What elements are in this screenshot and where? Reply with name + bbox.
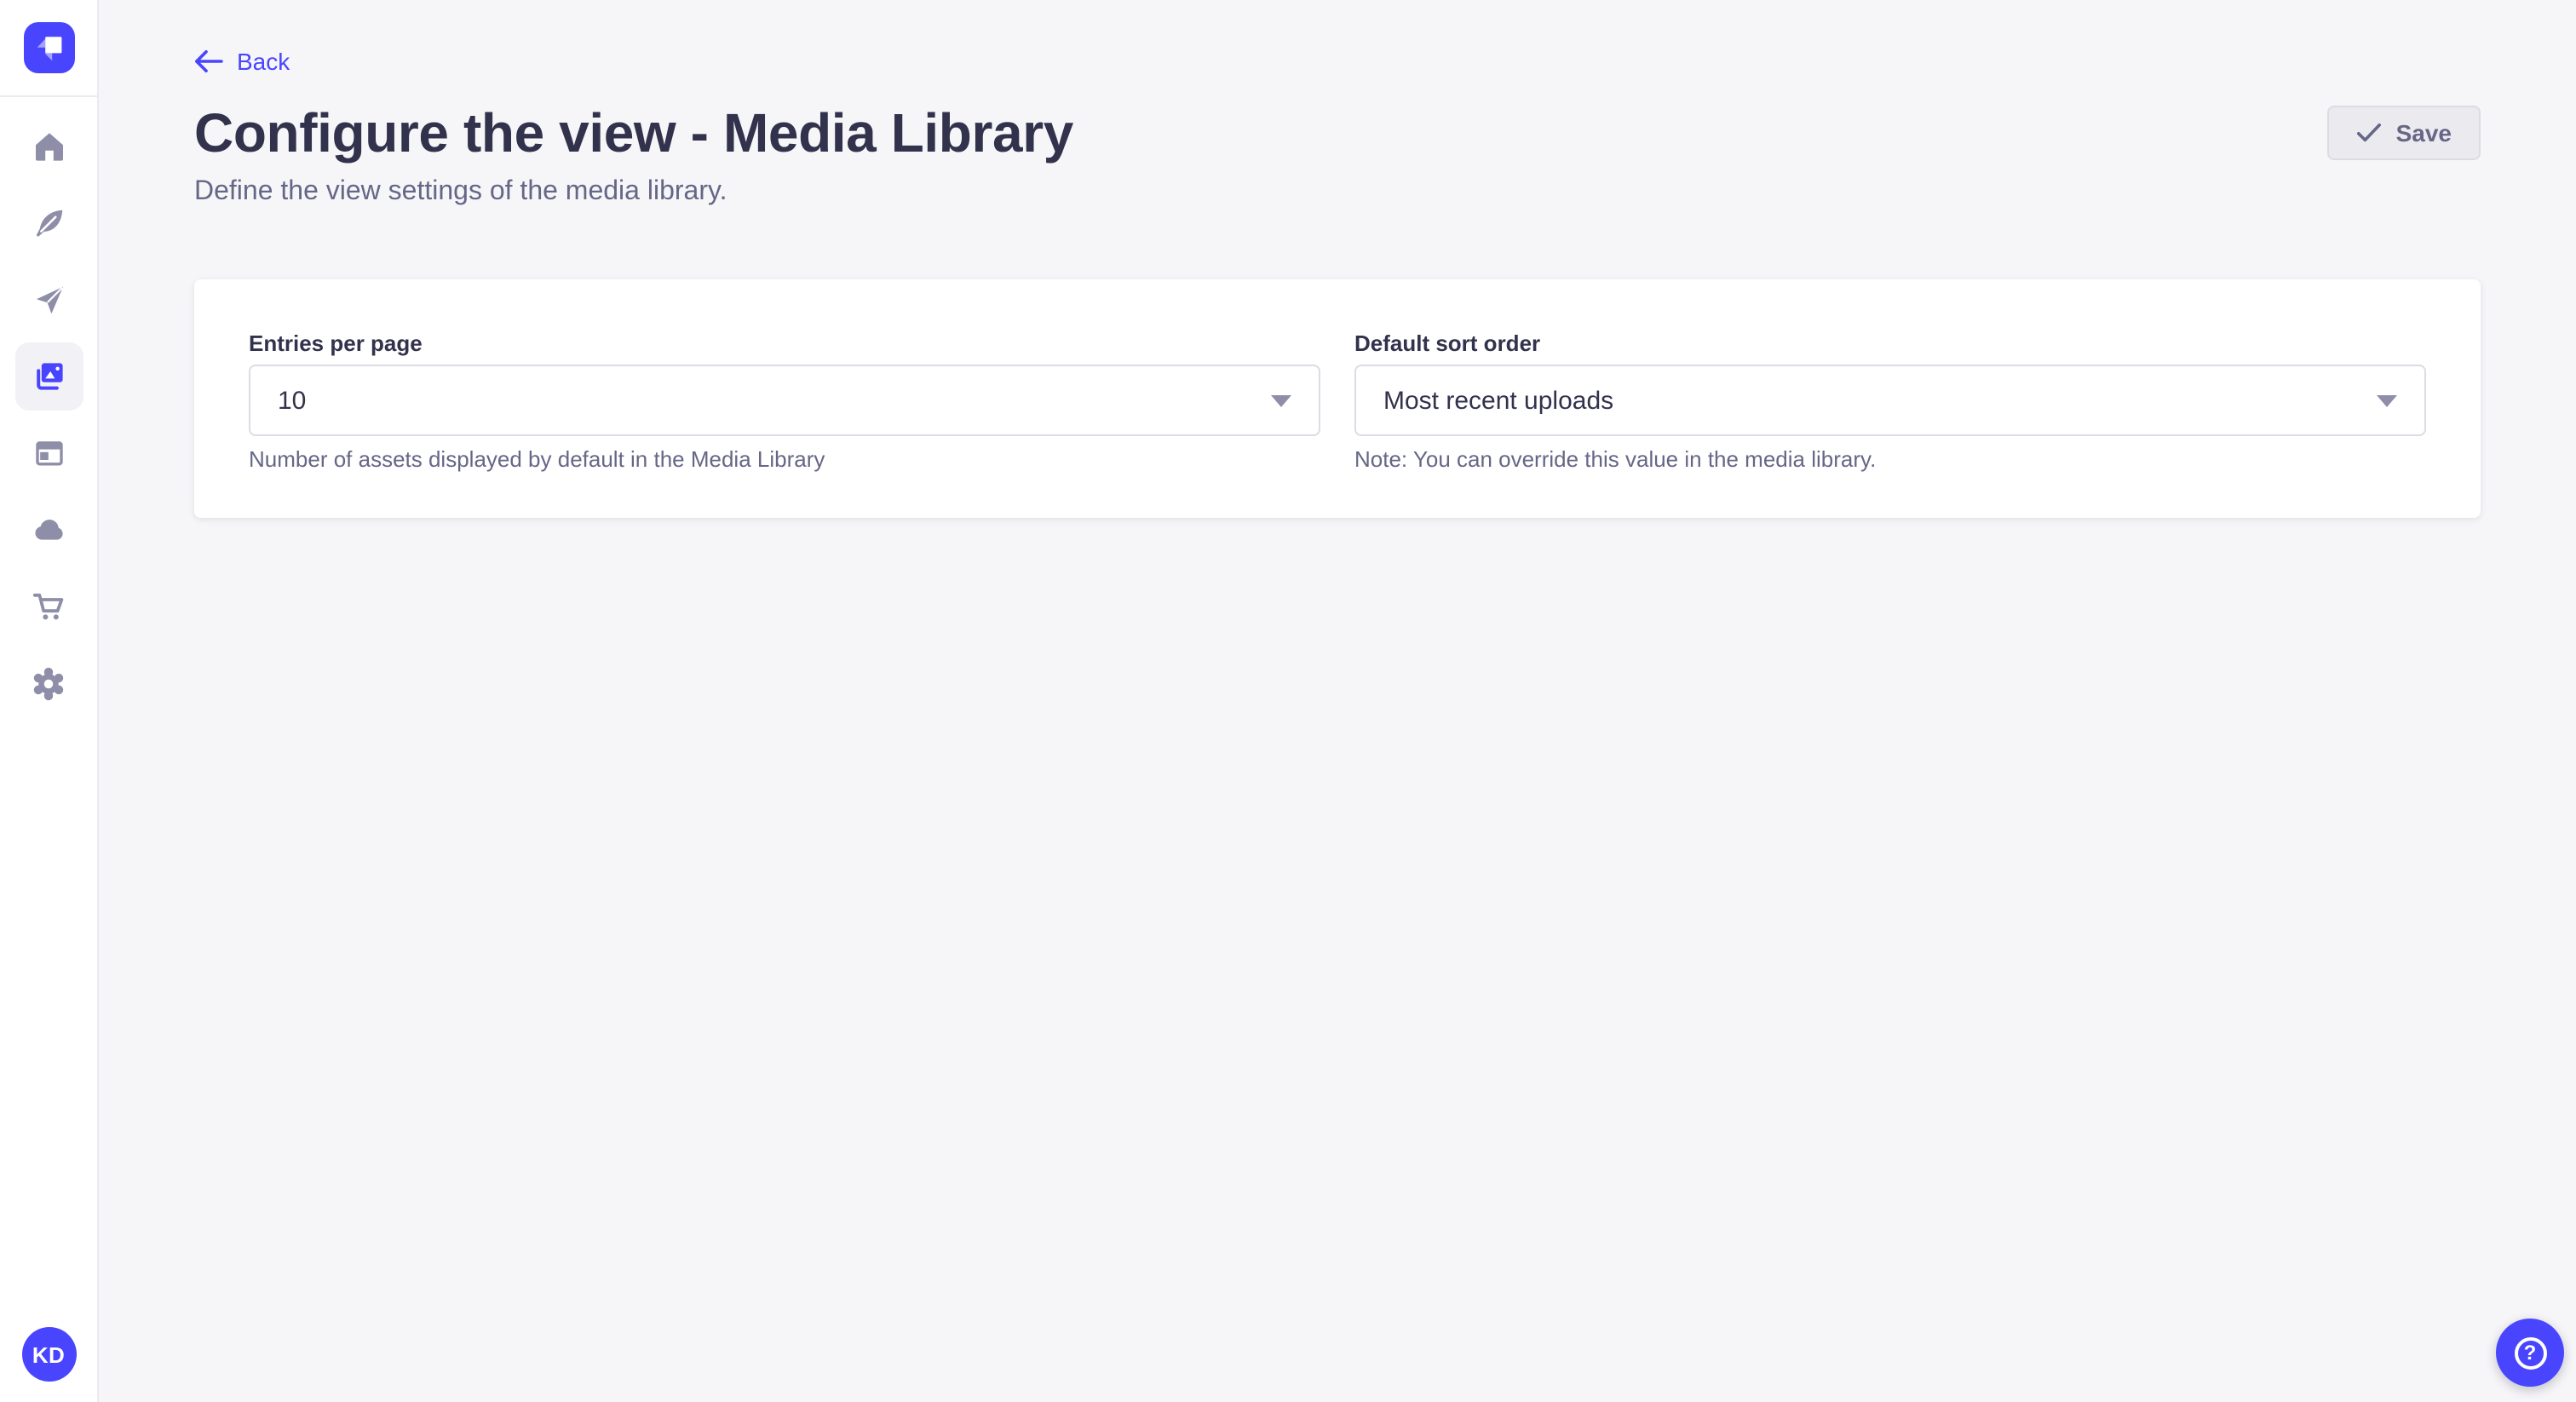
strapi-logo (23, 22, 74, 73)
user-avatar[interactable]: KD (21, 1327, 76, 1382)
back-link[interactable]: Back (194, 48, 290, 75)
check-icon (2357, 123, 2383, 143)
page-subtitle: Define the view settings of the media li… (194, 177, 2481, 208)
sidebar-item-home[interactable] (14, 112, 83, 181)
chevron-down-icon (2377, 394, 2397, 406)
main-content: Back Configure the view - Media Library … (99, 0, 2576, 1402)
media-library-images-icon (30, 358, 67, 395)
sidebar-item-cloud[interactable] (14, 496, 83, 564)
sidebar-item-media-library[interactable] (14, 342, 83, 411)
sidebar-item-settings[interactable] (14, 649, 83, 717)
home-icon (32, 129, 66, 164)
sidebar: KD (0, 0, 99, 1402)
sidebar-nav (14, 97, 83, 1327)
chevron-down-icon (1271, 394, 1291, 406)
page-header: Configure the view - Media Library Save (194, 104, 2481, 162)
sidebar-item-marketplace[interactable] (14, 572, 83, 641)
arrow-left-icon (194, 49, 223, 73)
field-label: Default sort order (1354, 330, 2426, 356)
app-window: KD Back Configure the view - Media Libra… (0, 0, 2576, 1402)
layout-icon (32, 436, 66, 470)
paper-plane-icon (32, 283, 66, 317)
field-default-sort-order: Default sort order Most recent uploads N… (1354, 330, 2426, 472)
question-mark-icon: ? (2514, 1336, 2546, 1369)
field-hint: Note: You can override this value in the… (1354, 446, 2426, 472)
settings-card: Entries per page 10 Number of assets dis… (194, 279, 2481, 518)
cart-icon (32, 589, 66, 623)
sidebar-item-content-type-builder[interactable] (14, 419, 83, 487)
sidebar-item-releases[interactable] (14, 266, 83, 334)
save-label: Save (2396, 119, 2452, 147)
gear-icon (31, 665, 66, 701)
entries-per-page-select[interactable]: 10 (249, 365, 1320, 436)
select-value: 10 (278, 386, 306, 415)
sidebar-item-content-manager[interactable] (14, 189, 83, 257)
logo-container[interactable] (0, 0, 97, 97)
help-button[interactable]: ? (2496, 1319, 2564, 1387)
cloud-icon (32, 513, 66, 547)
settings-fields: Entries per page 10 Number of assets dis… (249, 330, 2426, 472)
select-value: Most recent uploads (1383, 386, 1613, 415)
field-hint: Number of assets displayed by default in… (249, 446, 1320, 472)
back-label: Back (237, 48, 290, 75)
field-entries-per-page: Entries per page 10 Number of assets dis… (249, 330, 1320, 472)
save-button[interactable]: Save (2328, 106, 2481, 160)
feather-icon (32, 206, 66, 240)
default-sort-order-select[interactable]: Most recent uploads (1354, 365, 2426, 436)
field-label: Entries per page (249, 330, 1320, 356)
page-title: Configure the view - Media Library (194, 104, 1073, 162)
